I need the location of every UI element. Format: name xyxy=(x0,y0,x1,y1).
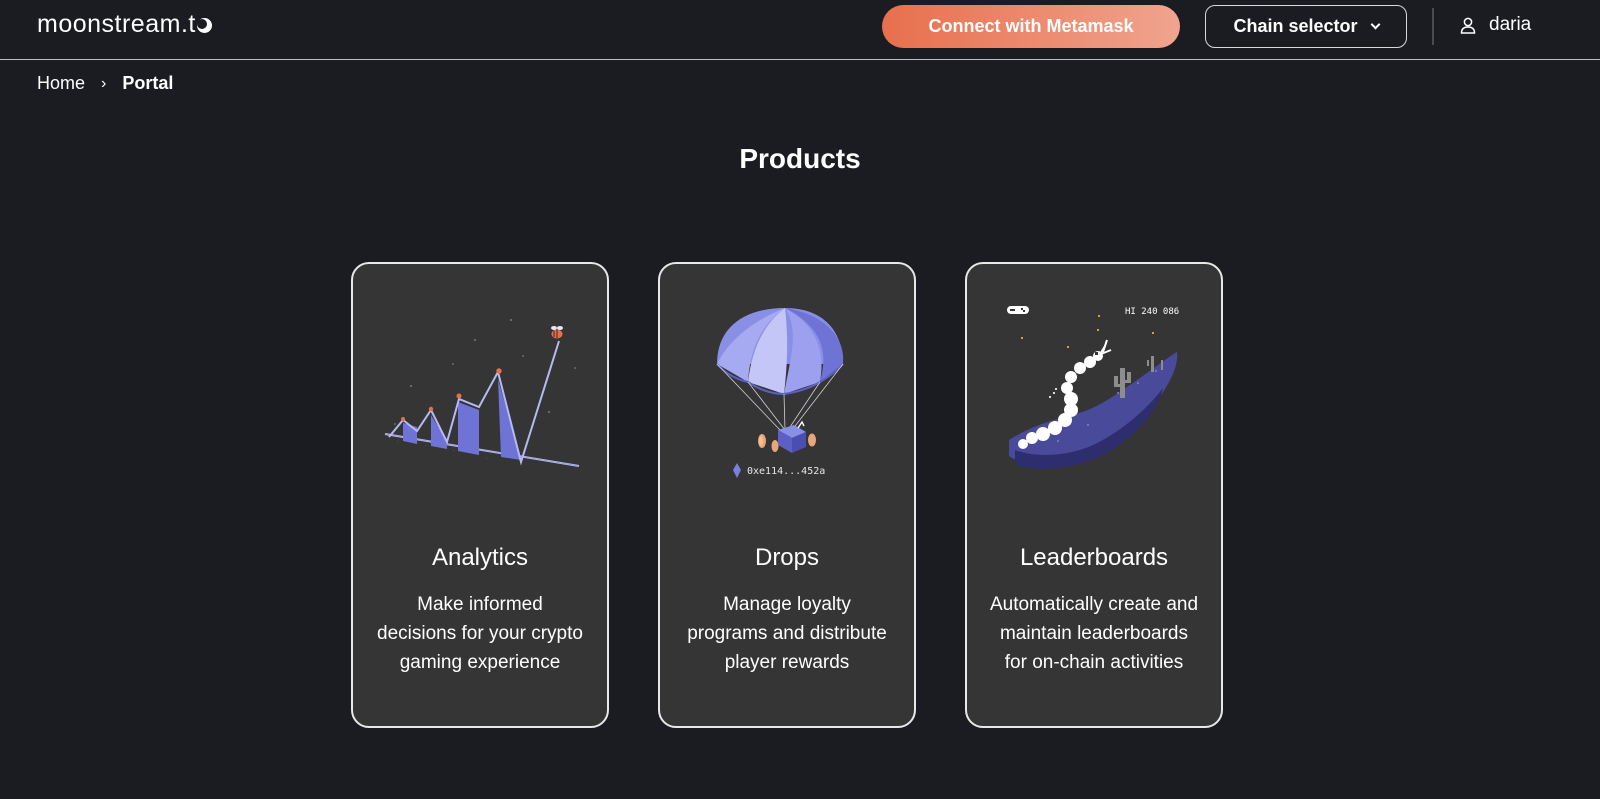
user-menu[interactable]: daria xyxy=(1460,14,1531,36)
header-divider xyxy=(1432,8,1434,45)
product-card-leaderboards[interactable]: HI 240 086 Leaderboards Automatically cr… xyxy=(965,262,1223,728)
breadcrumb-separator-icon: › xyxy=(101,74,107,92)
growth-chart-illustration: .... xyxy=(384,319,580,467)
user-icon xyxy=(1460,17,1476,34)
product-description: Automatically create and maintain leader… xyxy=(989,594,1199,673)
logo-text: moonstream.t xyxy=(37,10,196,38)
wallet-address-label: 0xe114...452a xyxy=(747,466,825,477)
page-title: Products xyxy=(739,143,861,174)
parachute-drop-illustration: 0xe114...452a xyxy=(716,308,844,478)
product-title: Drops xyxy=(754,544,820,571)
pixel-snake-illustration: HI 240 086 xyxy=(1007,306,1179,469)
top-navbar: moonstream.t Connect with Metamask Chain… xyxy=(0,0,1600,60)
product-description: Manage loyalty programs and distribute p… xyxy=(687,594,887,673)
connect-metamask-button[interactable]: Connect with Metamask xyxy=(882,5,1180,48)
svg-text:.: . xyxy=(453,447,455,453)
product-title: Analytics xyxy=(431,544,529,571)
svg-text:.: . xyxy=(425,442,427,448)
product-card-drops[interactable]: 0xe114...452a Drops Manage loyalty progr… xyxy=(658,262,916,728)
chain-selector-label: Chain selector xyxy=(1233,16,1358,36)
high-score-label: HI 240 086 xyxy=(1125,307,1179,317)
breadcrumb: Home › Portal xyxy=(37,73,173,94)
product-card-analytics[interactable]: .... Analytics Make informed decisions f… xyxy=(351,262,609,728)
moonstream-logo[interactable]: moonstream.t xyxy=(37,10,212,39)
product-description: Make informed decisions for your crypto … xyxy=(377,594,583,673)
breadcrumb-current: Portal xyxy=(122,73,174,93)
connect-metamask-label: Connect with Metamask xyxy=(928,16,1134,36)
breadcrumb-home-link[interactable]: Home xyxy=(37,73,85,94)
product-title: Leaderboards xyxy=(1019,544,1169,571)
user-name: daria xyxy=(1489,14,1532,35)
chain-selector-button[interactable]: Chain selector xyxy=(1205,5,1407,48)
moon-icon xyxy=(196,18,212,33)
svg-text:.: . xyxy=(397,438,399,444)
svg-text:.: . xyxy=(486,455,488,461)
chevron-down-icon xyxy=(1370,19,1380,30)
